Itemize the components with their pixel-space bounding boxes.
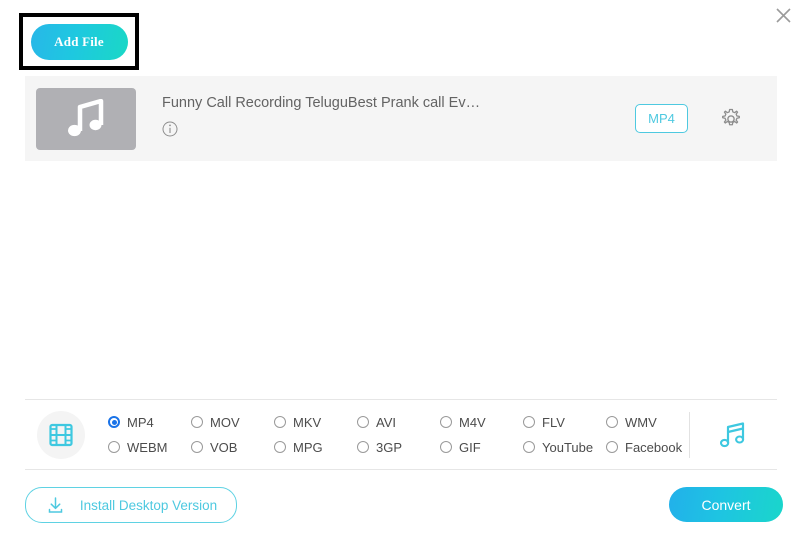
radio-indicator [108, 441, 120, 453]
format-option-facebook[interactable]: Facebook [606, 440, 689, 455]
format-option-avi[interactable]: AVI [357, 415, 440, 430]
film-strip-icon [49, 423, 73, 446]
file-format-badge[interactable]: MP4 [635, 104, 688, 133]
radio-indicator [606, 416, 618, 428]
radio-indicator [440, 441, 452, 453]
add-file-button[interactable]: Add File [30, 23, 128, 60]
music-note-icon [68, 98, 104, 136]
format-option-mov[interactable]: MOV [191, 415, 274, 430]
close-window-button[interactable] [770, 2, 796, 28]
radio-indicator [357, 441, 369, 453]
format-option-gif[interactable]: GIF [440, 440, 523, 455]
gear-icon[interactable] [720, 108, 742, 130]
format-bar-divider [689, 411, 690, 458]
format-option-label: WEBM [127, 439, 168, 455]
file-list-item[interactable]: Funny Call Recording TeluguBest Prank ca… [25, 76, 777, 161]
radio-indicator [191, 416, 203, 428]
radio-indicator [606, 441, 618, 453]
radio-indicator [523, 416, 535, 428]
file-title: Funny Call Recording TeluguBest Prank ca… [162, 95, 481, 111]
install-desktop-version-button[interactable]: Install Desktop Version [25, 487, 237, 523]
close-icon [775, 7, 791, 23]
format-option-mp4[interactable]: MP4 [108, 415, 191, 430]
download-icon [45, 495, 66, 516]
radio-indicator [440, 416, 452, 428]
format-option-label: WMV [625, 414, 657, 430]
format-option-label: MOV [210, 414, 240, 430]
format-option-3gp[interactable]: 3GP [357, 440, 440, 455]
format-option-label: VOB [210, 439, 238, 455]
format-option-vob[interactable]: VOB [191, 440, 274, 455]
format-option-label: 3GP [376, 439, 403, 455]
format-option-label: MP4 [127, 414, 154, 430]
format-option-label: M4V [459, 414, 486, 430]
format-radio-grid: MP4 MOV MKV AVI M4V FLV WMV WEBM VOB MPG… [108, 410, 689, 460]
file-thumbnail [36, 87, 136, 150]
file-meta: Funny Call Recording TeluguBest Prank ca… [162, 95, 635, 142]
format-option-m4v[interactable]: M4V [440, 415, 523, 430]
format-option-youtube[interactable]: YouTube [523, 440, 606, 455]
radio-indicator [108, 416, 120, 428]
radio-indicator [191, 441, 203, 453]
format-selection-bar: MP4 MOV MKV AVI M4V FLV WMV WEBM VOB MPG… [25, 400, 777, 469]
format-option-mpg[interactable]: MPG [274, 440, 357, 455]
format-option-label: YouTube [542, 439, 594, 455]
divider-bottom [25, 469, 777, 470]
format-option-label: GIF [459, 439, 481, 455]
format-option-label: AVI [376, 414, 396, 430]
music-note-icon [719, 421, 745, 447]
format-option-flv[interactable]: FLV [523, 415, 606, 430]
info-icon[interactable] [162, 121, 178, 137]
convert-button[interactable]: Convert [669, 487, 783, 522]
add-file-highlight-box: Add File [19, 13, 139, 70]
format-option-label: Facebook [625, 439, 683, 455]
format-option-wmv[interactable]: WMV [606, 415, 689, 430]
video-formats-button[interactable] [37, 410, 85, 459]
format-option-label: MKV [293, 414, 322, 430]
audio-formats-button[interactable] [716, 420, 750, 450]
radio-indicator [274, 441, 286, 453]
format-option-label: MPG [293, 439, 323, 455]
radio-indicator [357, 416, 369, 428]
radio-indicator [274, 416, 286, 428]
format-option-webm[interactable]: WEBM [108, 440, 191, 455]
install-button-label: Install Desktop Version [79, 497, 218, 513]
format-option-mkv[interactable]: MKV [274, 415, 357, 430]
radio-indicator [523, 441, 535, 453]
format-option-label: FLV [542, 414, 565, 430]
